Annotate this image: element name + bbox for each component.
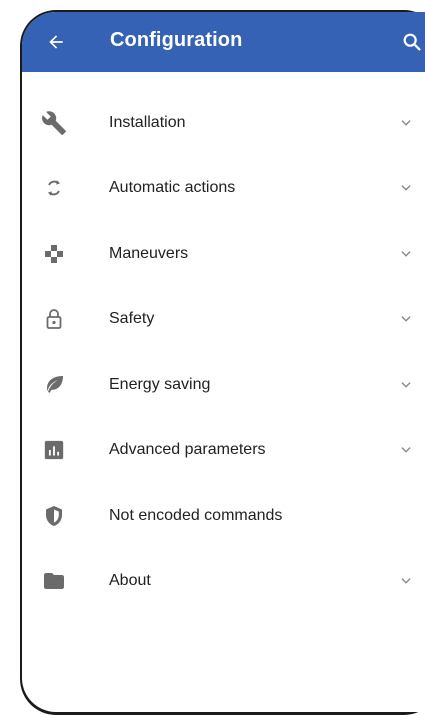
chevron-down-icon xyxy=(396,571,416,591)
menu-item-about[interactable]: About xyxy=(22,549,425,615)
sync-icon xyxy=(39,173,69,203)
chevron-down-icon xyxy=(396,244,416,264)
menu-item-label: Advanced parameters xyxy=(109,441,266,459)
menu-item-label: Automatic actions xyxy=(109,179,236,197)
wrench-icon xyxy=(39,108,69,138)
menu-item-label: Installation xyxy=(109,113,186,131)
app-bar: Configuration xyxy=(22,12,425,72)
menu-item-maneuvers[interactable]: Maneuvers xyxy=(22,221,425,287)
chevron-down-icon xyxy=(396,375,416,395)
menu-item-label: Maneuvers xyxy=(109,244,189,262)
shield-icon xyxy=(39,501,69,531)
menu-item-label: Safety xyxy=(109,310,155,328)
arrow-left-icon xyxy=(49,35,63,49)
lock-icon xyxy=(39,304,69,334)
menu-item-safety[interactable]: Safety xyxy=(22,287,425,353)
page-title: Configuration xyxy=(110,29,243,51)
chevron-down-icon xyxy=(396,440,416,460)
chevron-down-icon xyxy=(396,178,416,198)
menu-item-energy-saving[interactable]: Energy saving xyxy=(22,352,425,418)
leaf-icon xyxy=(39,370,69,400)
menu-item-label: Not encoded commands xyxy=(109,506,283,524)
back-button[interactable] xyxy=(36,22,76,62)
search-icon xyxy=(403,33,421,51)
folder-icon xyxy=(39,566,69,596)
gamepad-icon xyxy=(39,239,69,269)
chevron-down-icon xyxy=(396,113,416,133)
menu-item-label: About xyxy=(109,572,151,590)
chevron-down-icon xyxy=(396,309,416,329)
bar-chart-icon xyxy=(39,435,69,465)
menu-item-advanced-parameters[interactable]: Advanced parameters xyxy=(22,418,425,484)
menu-item-automatic-actions[interactable]: Automatic actions xyxy=(22,156,425,222)
search-button[interactable] xyxy=(392,22,425,62)
app-screen: Configuration Installation Automatic act… xyxy=(22,12,425,712)
menu-item-label: Energy saving xyxy=(109,375,211,393)
config-menu-list: Installation Automatic actions Maneuvers… xyxy=(22,90,425,614)
menu-item-installation[interactable]: Installation xyxy=(22,90,425,156)
menu-item-not-encoded-commands[interactable]: Not encoded commands xyxy=(22,483,425,549)
